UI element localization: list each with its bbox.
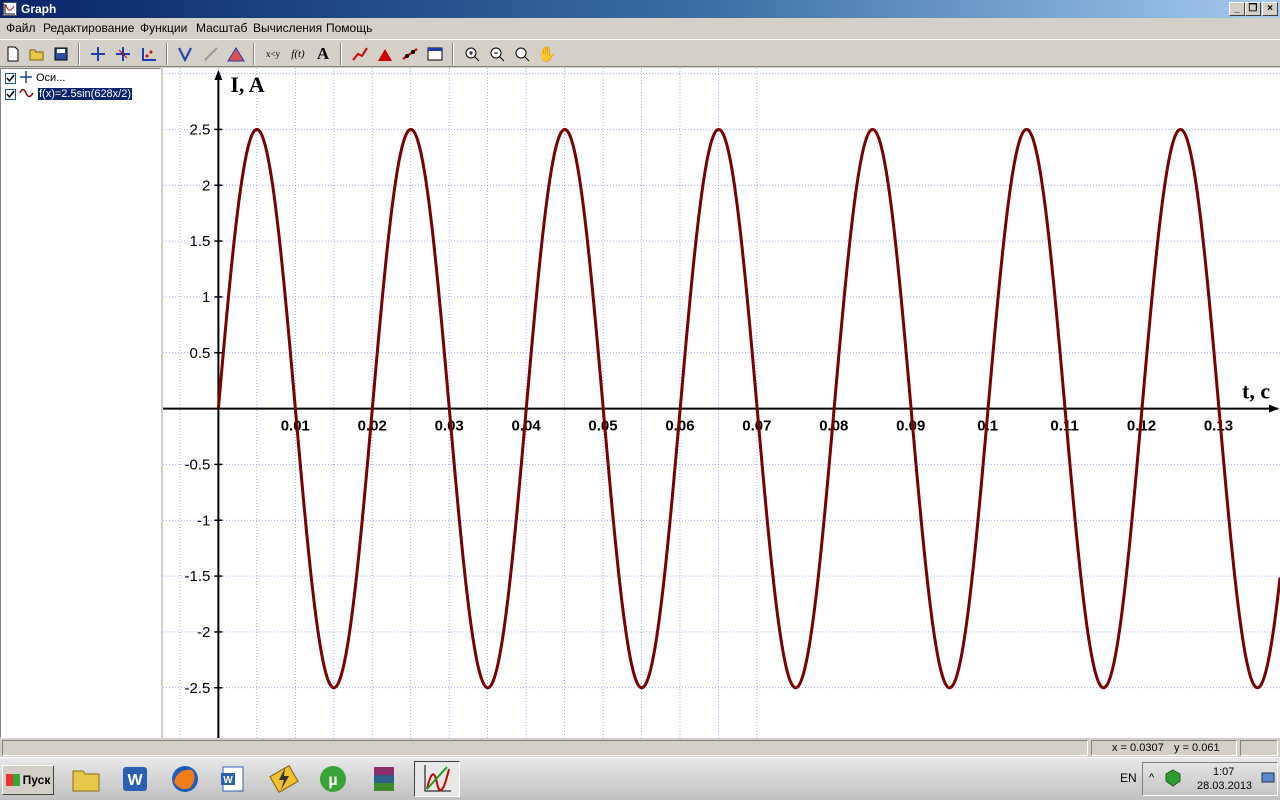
x-axis-label: t, c: [1242, 379, 1270, 404]
status-panel-main: [2, 740, 1088, 756]
start-button[interactable]: Пуск: [2, 765, 54, 795]
menu-calculate[interactable]: Вычисления: [253, 21, 322, 35]
insert-fx-icon[interactable]: f(t): [287, 43, 309, 65]
x-tick-label: 0.13: [1204, 418, 1233, 435]
menu-bar: Файл Редактирование Функции Масштаб Вычи…: [0, 18, 1280, 38]
list-item-function[interactable]: f(x)=2.5sin(628x/2): [5, 87, 133, 102]
y-axis-label: I, A: [230, 72, 264, 97]
plot-svg: 0.01 0.02 0.03 0.04 0.05 0.06 0.07 0.08 0.09 0.1 0…: [163, 68, 1280, 744]
show-desktop-icon[interactable]: [1261, 772, 1275, 787]
zoom-fit-icon[interactable]: [511, 43, 533, 65]
y-tick-label: -2: [197, 624, 210, 641]
restore-button[interactable]: ❐: [1245, 2, 1261, 16]
list-item-axes[interactable]: Оси...: [5, 70, 66, 87]
insert-function-icon[interactable]: [174, 43, 196, 65]
insert-series-icon[interactable]: [349, 43, 371, 65]
menu-functions[interactable]: Функции: [140, 21, 187, 35]
y-tick-label: 1.5: [190, 233, 211, 250]
insert-trendline-icon[interactable]: [399, 43, 421, 65]
svg-text:W: W: [127, 772, 143, 789]
menu-help[interactable]: Помощь: [326, 21, 372, 35]
insert-relation-icon[interactable]: x<y: [262, 43, 284, 65]
explorer-icon[interactable]: [66, 761, 106, 797]
firefox-icon[interactable]: [165, 761, 205, 797]
insert-axes-icon[interactable]: [87, 43, 109, 65]
graph-app-taskbar-icon[interactable]: [414, 761, 460, 797]
tray-app-icon[interactable]: [1165, 769, 1181, 790]
toolbar: x<y f(t) A ✋: [0, 39, 1280, 67]
y-tick-label: 0.5: [190, 345, 211, 362]
insert-shading-icon[interactable]: [225, 43, 247, 65]
graph-app-icon[interactable]: [3, 2, 17, 16]
svg-text:µ: µ: [328, 772, 337, 789]
pan-hand-icon[interactable]: ✋: [536, 43, 558, 65]
clock-date[interactable]: 28.03.2013: [1197, 780, 1252, 792]
bolt-app-icon[interactable]: [264, 761, 304, 797]
table-icon[interactable]: [424, 43, 446, 65]
checkbox-function[interactable]: [5, 88, 16, 100]
title-bar: Graph _ ❐ ×: [0, 0, 1280, 18]
save-icon[interactable]: [50, 43, 72, 65]
taskbar: Пуск W W µ EN ^ 1:07 28.03.2013: [0, 757, 1280, 800]
start-label: Пуск: [22, 773, 51, 787]
menu-file[interactable]: Файл: [6, 21, 36, 35]
status-x: x = 0.0307: [1112, 742, 1164, 754]
insert-label-icon[interactable]: A: [312, 43, 334, 65]
y-axis-arrow: [214, 70, 223, 80]
function-list-panel: Оси... f(x)=2.5sin(628x/2): [0, 68, 161, 738]
y-tick-label: -0.5: [185, 456, 211, 473]
minimize-button[interactable]: _: [1229, 2, 1245, 16]
y-tick-label: -2.5: [185, 680, 211, 697]
axes-icon: [19, 70, 33, 87]
tree-label-axes: Оси...: [36, 72, 66, 84]
insert-tangent-icon[interactable]: [200, 43, 222, 65]
y-tick-label: -1: [197, 512, 210, 529]
window-title: Graph: [21, 2, 57, 16]
open-folder-icon[interactable]: [26, 43, 48, 65]
tray-expand-icon[interactable]: ^: [1149, 772, 1154, 784]
new-file-icon[interactable]: [2, 43, 24, 65]
y-tick-label: 2: [202, 177, 210, 194]
x-axis-arrow: [1269, 404, 1279, 413]
word-icon[interactable]: W: [115, 761, 155, 797]
zoom-out-icon[interactable]: [486, 43, 508, 65]
graph-canvas[interactable]: 0.01 0.02 0.03 0.04 0.05 0.06 0.07 0.08 0.09 0.1 0…: [163, 68, 1280, 744]
svg-text:W: W: [223, 775, 233, 786]
zoom-in-icon[interactable]: [461, 43, 483, 65]
tree-label-function: f(x)=2.5sin(628x/2): [38, 88, 133, 100]
y-tick-label: -1.5: [185, 568, 211, 585]
status-bar: x = 0.0307 y = 0.061: [0, 739, 1280, 757]
utorrent-icon[interactable]: µ: [313, 761, 353, 797]
status-panel-extra: [1240, 740, 1278, 756]
status-coords: x = 0.0307 y = 0.061: [1091, 740, 1237, 756]
y-tick-label: 1: [202, 289, 210, 306]
sine-wave-icon: [19, 87, 35, 102]
windows-logo-icon: [5, 774, 20, 786]
menu-zoom[interactable]: Масштаб: [196, 21, 247, 35]
y-tick-label: 2.5: [190, 121, 211, 138]
insert-area-icon[interactable]: [374, 43, 396, 65]
clock-time[interactable]: 1:07: [1213, 766, 1234, 778]
word-doc-icon[interactable]: W: [213, 761, 253, 797]
close-button[interactable]: ×: [1262, 2, 1278, 16]
insert-points-icon[interactable]: [138, 43, 160, 65]
language-indicator[interactable]: EN: [1120, 771, 1137, 785]
winrar-icon[interactable]: [364, 761, 404, 797]
menu-edit[interactable]: Редактирование: [43, 21, 134, 35]
status-y: y = 0.061: [1174, 742, 1220, 754]
insert-grid-icon[interactable]: [112, 43, 134, 65]
system-tray: ^ 1:07 28.03.2013: [1142, 762, 1278, 796]
checkbox-axes[interactable]: [5, 72, 16, 84]
